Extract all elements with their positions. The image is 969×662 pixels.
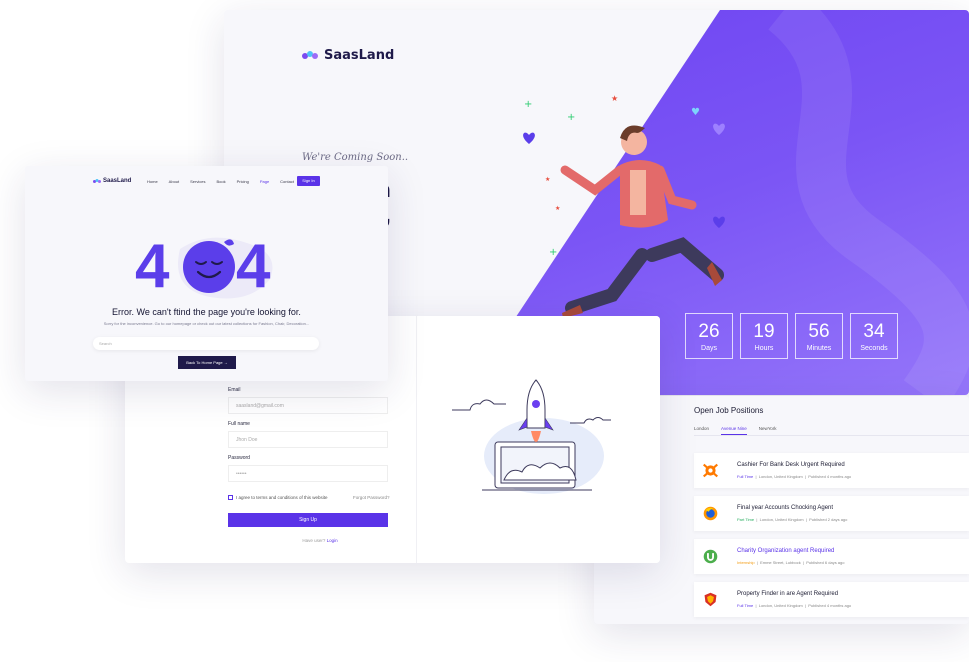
login-prompt: Have user? [302,538,326,543]
job-item[interactable]: Charity Organization agent Required Inte… [694,539,969,574]
job-posted: Published 4 months ago [808,603,852,608]
back-to-home-button[interactable]: Back To Home Page → [178,356,236,369]
running-man-illustration [560,125,724,318]
nav-services[interactable]: Services [190,179,205,184]
job-location: London, United Kingdom [759,517,804,522]
smiley-face-icon [183,239,235,293]
job-posted: Published 4 months ago [808,474,852,479]
navbar-brand[interactable]: SaasLand [93,178,131,184]
email-field[interactable]: saasland@gmail.com [228,397,388,414]
password-field[interactable]: •••••• [228,465,388,482]
job-item[interactable]: Property Finder in are Agent Required Fu… [694,582,969,617]
error-digit-right: 4 [236,232,271,301]
error-digit-left: 4 [135,232,170,301]
search-input[interactable]: Search [93,337,319,350]
job-meta: Internship | Emme Street, Lubbock | Publ… [737,560,845,565]
terms-label: I agree to terms and conditions of this … [236,495,328,500]
job-posted: Published 6 days ago [806,560,845,565]
job-type: Full Time [737,603,754,608]
forgot-password-link[interactable]: Forgot Password? [353,495,390,500]
nav-pricing[interactable]: Pricing [237,179,249,184]
job-type: Full Time [737,474,754,479]
rocket-panel [416,316,660,563]
navbar-brand-name: SaasLand [103,178,132,184]
jobs-tabs: London Avenue Nine NewYork [694,426,777,435]
nav-contact[interactable]: Contact [280,179,294,184]
tabs-divider [694,435,969,436]
job-meta: Part Time | London, United Kingdom | Pub… [737,517,848,522]
nav-page[interactable]: Page [260,179,269,184]
job-type: Internship [737,560,755,565]
countdown-hours-label: Hours [754,345,774,352]
navbar: SaasLand Home About Services Book Pricin… [25,174,388,188]
job-type: Part Time [737,517,755,522]
utorrent-logo-icon [703,549,718,564]
firefox-logo-icon [703,506,718,521]
countdown-days-value: 26 [698,321,720,342]
countdown-seconds-value: 34 [863,321,885,342]
tab-newyork[interactable]: NewYork [759,426,777,435]
countdown-hours: 19 Hours [740,313,788,359]
coming-soon-tagline: We're Coming Soon.. [302,152,409,163]
svg-text:★: ★ [611,95,618,103]
error-subtitle: Sorry for the inconvenience. Go to our h… [103,321,310,326]
countdown-seconds: 34 Seconds [850,313,898,359]
countdown-hours-value: 19 [753,321,775,342]
countdown-days: 26 Days [685,313,733,359]
countdown-minutes-label: Minutes [806,345,832,352]
job-meta: Full Time | London, United Kingdom | Pub… [737,603,852,608]
job-posted: Published 2 days ago [809,517,848,522]
job-location: Emme Street, Lubbock [760,560,801,565]
logo-icon [93,178,101,183]
logo-icon [302,50,318,59]
svg-text:+: + [524,99,532,110]
login-link[interactable]: Login [327,538,338,543]
nav-home[interactable]: Home [147,179,158,184]
job-title[interactable]: Cashier For Bank Desk Urgent Required [737,462,845,468]
error-title: Error. We can't ftind the page you're lo… [112,307,301,317]
email-label: Email [228,387,241,393]
password-label: Password [228,455,250,461]
countdown-days-label: Days [701,345,717,352]
job-location: London, United Kingdom [758,603,803,608]
rocket-illustration [452,379,611,494]
countdown-minutes-value: 56 [808,321,830,342]
nav-book[interactable]: Book [216,179,225,184]
terms-checkbox[interactable] [228,495,233,500]
job-title[interactable]: Property Finder in are Agent Required [737,591,838,597]
job-title[interactable]: Charity Organization agent Required [737,548,834,554]
signup-button[interactable]: Sign Up [228,513,388,527]
job-meta: Full Time | London, United Kingdom | Pub… [737,474,852,479]
job-item[interactable]: Final year Accounts Chocking Agent Part … [694,496,969,531]
error-404-card: SaasLand Home About Services Book Pricin… [25,166,388,381]
shield-logo-icon [704,592,717,607]
tab-london[interactable]: London [694,426,709,435]
nav-about[interactable]: About [169,179,179,184]
brand-name: SaasLand [324,48,395,63]
avast-logo-icon [703,463,718,478]
terms-row: I agree to terms and conditions of this … [228,495,328,500]
job-title[interactable]: Final year Accounts Chocking Agent [737,505,833,511]
job-location: London, United Kingdom [758,474,803,479]
countdown-seconds-label: Seconds [860,345,888,352]
sign-in-button[interactable]: Sign In [297,176,320,186]
navbar-menu: Home About Services Book Pricing Page Co… [147,179,294,184]
brand-logo[interactable]: SaasLand [302,48,394,63]
fullname-field[interactable]: Jhon Doe [228,431,388,448]
fullname-label: Full name [228,421,250,427]
job-item[interactable]: Cashier For Bank Desk Urgent Required Fu… [694,453,969,488]
countdown-minutes: 56 Minutes [795,313,843,359]
jobs-heading: Open Job Positions [694,406,764,415]
tab-avenue-nine[interactable]: Avenue Nine [721,426,747,435]
